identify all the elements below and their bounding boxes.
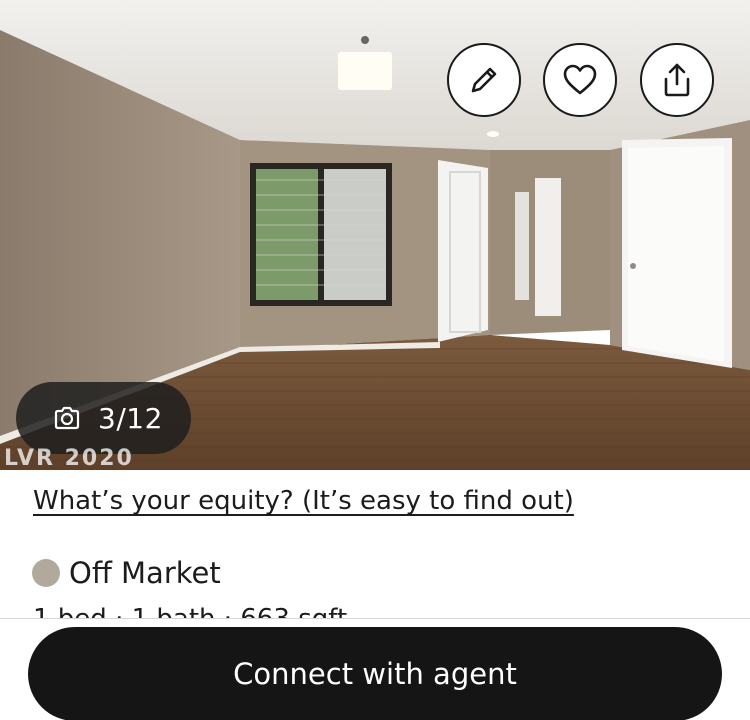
photo-watermark: LVR 2020 bbox=[4, 446, 134, 470]
photo-counter: 3/12 bbox=[98, 401, 163, 435]
favorite-button[interactable] bbox=[543, 43, 617, 117]
edit-button[interactable] bbox=[447, 43, 521, 117]
listing-photo[interactable]: 3/12 LVR 2020 bbox=[0, 0, 750, 470]
listing-status: Off Market bbox=[32, 556, 221, 590]
pencil-icon bbox=[471, 67, 497, 93]
share-button[interactable] bbox=[640, 43, 714, 117]
camera-icon bbox=[54, 406, 80, 430]
connect-with-agent-button[interactable]: Connect with agent bbox=[28, 627, 722, 720]
status-dot-icon bbox=[32, 559, 60, 587]
share-icon bbox=[664, 63, 690, 97]
equity-link[interactable]: What’s your equity? (It’s easy to find o… bbox=[33, 486, 574, 516]
photo-counter-button[interactable]: 3/12 bbox=[16, 382, 191, 454]
bottom-action-bar: Connect with agent bbox=[0, 618, 750, 720]
listing-page: 3/12 LVR 2020 What’s your equity? (It’s … bbox=[0, 0, 750, 720]
status-label: Off Market bbox=[69, 556, 221, 590]
heart-icon bbox=[563, 64, 597, 95]
